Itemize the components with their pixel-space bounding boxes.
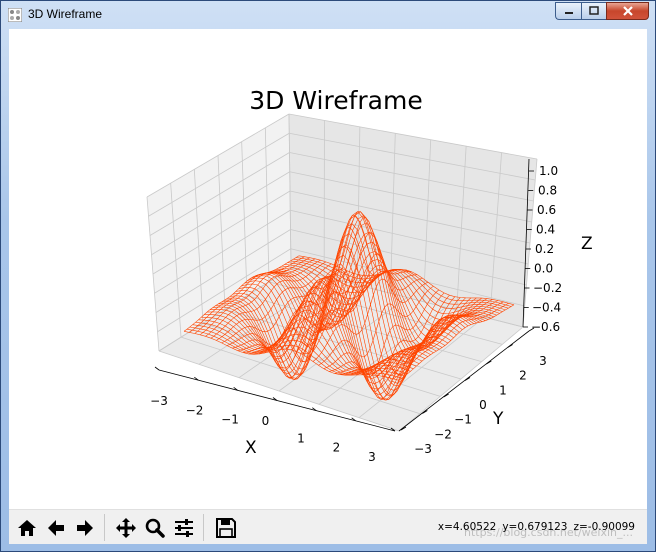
minimize-button[interactable] bbox=[555, 2, 581, 20]
tick-label: 1.0 bbox=[539, 164, 558, 178]
tick-label: 0 bbox=[262, 414, 270, 428]
x-axis-label: X bbox=[245, 438, 257, 458]
tick-label: 0.0 bbox=[534, 262, 553, 276]
tick-label: 1 bbox=[499, 383, 507, 397]
tick-label: −0.4 bbox=[532, 301, 561, 315]
tick-label: 0 bbox=[479, 398, 487, 412]
tick-label: 2 bbox=[519, 369, 527, 383]
forward-button[interactable] bbox=[71, 514, 98, 541]
minimize-icon bbox=[564, 12, 573, 14]
home-button[interactable] bbox=[13, 514, 40, 541]
tick-mark bbox=[507, 344, 513, 348]
chart-title: 3D Wireframe bbox=[249, 86, 422, 115]
tick-label: −0.2 bbox=[533, 281, 562, 295]
maximize-icon bbox=[589, 6, 599, 15]
tick-mark bbox=[154, 366, 160, 371]
pan-button[interactable] bbox=[112, 514, 139, 541]
tick-label: −2 bbox=[186, 403, 204, 417]
back-arrow-icon bbox=[47, 519, 64, 536]
app-icon bbox=[8, 8, 22, 22]
configure-subplots-button[interactable] bbox=[170, 514, 197, 541]
tick-label: −0.6 bbox=[531, 320, 560, 334]
forward-arrow-icon bbox=[76, 519, 93, 536]
home-icon bbox=[17, 519, 36, 536]
y-axis-label: Y bbox=[492, 409, 504, 429]
coord-x: x=4.60522 bbox=[437, 521, 497, 533]
pan-icon bbox=[115, 517, 136, 538]
window-title: 3D Wireframe bbox=[28, 7, 103, 21]
back-button[interactable] bbox=[42, 514, 69, 541]
tick-label: 0.6 bbox=[537, 203, 556, 217]
app-window: 3D Wireframe −3 −2 −1 0 1 2 3 −3 −2 −1 0 1 2 3 bbox=[0, 0, 656, 552]
title-bar[interactable]: 3D Wireframe bbox=[1, 1, 655, 29]
coord-y: y=0.679123 bbox=[502, 521, 568, 533]
tick-label: 2 bbox=[333, 441, 341, 455]
tick-label: 3 bbox=[368, 450, 376, 464]
tick-label: −3 bbox=[414, 442, 432, 456]
wireframe-plot[interactable]: −3−2−1 0123−3−2−101231.00.80.60.40.20.0−0… bbox=[9, 29, 647, 509]
close-button[interactable] bbox=[606, 2, 649, 20]
tick-label: −1 bbox=[454, 413, 472, 427]
zoom-icon bbox=[145, 518, 165, 538]
tick-label: 0.2 bbox=[535, 242, 554, 256]
tick-label: 3 bbox=[539, 354, 547, 368]
coord-z: z=-0.90099 bbox=[573, 521, 635, 533]
tick-label: 1 bbox=[297, 431, 305, 445]
z-axis-label: Z bbox=[581, 234, 593, 254]
close-icon bbox=[622, 6, 633, 16]
save-button[interactable] bbox=[212, 514, 239, 541]
tick-label: −2 bbox=[434, 427, 452, 441]
zoom-button[interactable] bbox=[141, 514, 168, 541]
tick-label: 0.4 bbox=[536, 223, 555, 237]
navigation-toolbar: https://blog.csdn.net/weixin_... x=4.605… bbox=[9, 509, 647, 544]
save-icon bbox=[215, 517, 236, 538]
tick-label: −3 bbox=[150, 394, 168, 408]
tick-label: −1 bbox=[221, 413, 239, 427]
maximize-button[interactable] bbox=[581, 2, 606, 20]
figure-canvas[interactable]: −3 −2 −1 0 1 2 3 −3 −2 −1 0 1 2 3 1.0 0.8 0.6 0.4 0.2 0.0 −0… bbox=[9, 29, 647, 544]
tick-label: 0.8 bbox=[538, 184, 557, 198]
configure-subplots-icon bbox=[174, 518, 193, 537]
cursor-coordinates: x=4.60522 y=0.679123 z=-0.90099 bbox=[432, 521, 635, 533]
